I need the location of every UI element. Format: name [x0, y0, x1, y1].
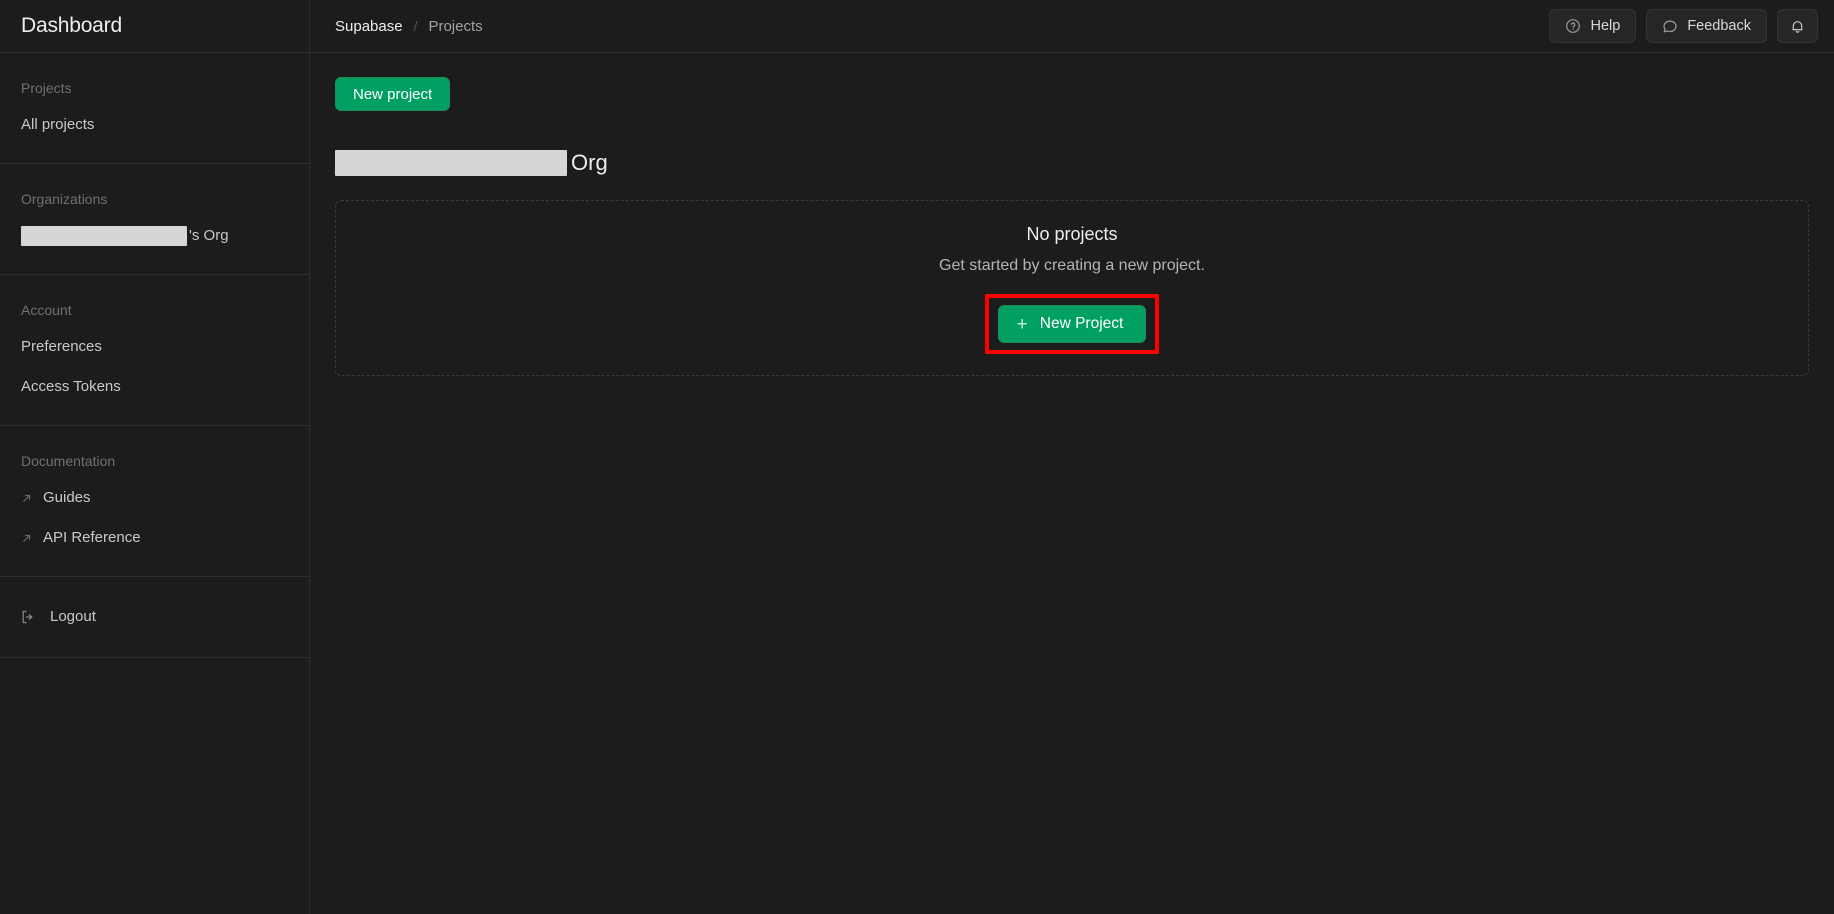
dashboard-title: Dashboard — [21, 14, 122, 37]
sidebar-item-label: Guides — [43, 489, 91, 506]
sidebar-item-api-reference[interactable]: API Reference — [0, 518, 309, 558]
sidebar-heading-documentation: Documentation — [21, 453, 116, 469]
redacted-org-name-heading — [335, 150, 567, 176]
sidebar-section-projects: Projects All projects — [0, 53, 309, 164]
sidebar-section-account: Account Preferences Access Tokens — [0, 275, 309, 426]
sidebar-heading-organizations: Organizations — [21, 191, 108, 207]
logout-icon — [20, 609, 36, 625]
topbar: Supabase / Projects Help Feedback — [310, 0, 1834, 53]
empty-projects-card: No projects Get started by creating a ne… — [335, 200, 1809, 376]
help-button[interactable]: Help — [1549, 9, 1637, 43]
empty-state-title: No projects — [1026, 224, 1118, 244]
sidebar-item-all-projects[interactable]: All projects — [0, 105, 309, 145]
breadcrumb-root[interactable]: Supabase — [335, 18, 403, 35]
main-area: Supabase / Projects Help Feedback New pr… — [310, 0, 1834, 914]
sidebar-section-organizations: Organizations 's Org — [0, 164, 309, 275]
sidebar: Dashboard Projects All projects Organiza… — [0, 0, 310, 914]
new-project-cta-label: New Project — [1039, 315, 1124, 332]
sidebar-header: Dashboard — [0, 0, 309, 53]
app-root: Dashboard Projects All projects Organiza… — [0, 0, 1834, 914]
empty-state-subtitle: Get started by creating a new project. — [939, 257, 1205, 274]
feedback-button[interactable]: Feedback — [1646, 9, 1767, 43]
sidebar-section-documentation: Documentation Guides API Reference — [0, 426, 309, 577]
notifications-button[interactable] — [1777, 9, 1818, 43]
breadcrumb-projects[interactable]: Projects — [428, 18, 482, 35]
feedback-label: Feedback — [1687, 18, 1751, 34]
bell-icon — [1789, 18, 1806, 35]
org-heading: Org — [335, 148, 1822, 178]
sidebar-heading-projects: Projects — [21, 80, 72, 96]
highlight-annotation: + New Project — [984, 294, 1160, 354]
topbar-actions: Help Feedback — [1549, 9, 1818, 43]
redacted-org-name — [21, 226, 187, 246]
sidebar-item-label: API Reference — [43, 529, 141, 546]
new-project-top-button[interactable]: New project — [335, 77, 451, 111]
sidebar-item-label: 's Org — [189, 227, 229, 244]
sidebar-item-logout[interactable]: Logout — [0, 597, 309, 637]
external-link-icon — [20, 532, 33, 545]
sidebar-filler — [0, 658, 309, 914]
sidebar-item-guides[interactable]: Guides — [0, 478, 309, 518]
sidebar-item-label: Logout — [50, 608, 96, 625]
help-label: Help — [1590, 18, 1621, 34]
sidebar-item-label: Access Tokens — [21, 378, 121, 395]
external-link-icon — [20, 492, 33, 505]
sidebar-item-preferences[interactable]: Preferences — [0, 327, 309, 367]
sidebar-item-access-tokens[interactable]: Access Tokens — [0, 367, 309, 407]
sidebar-heading-account: Account — [21, 302, 72, 318]
breadcrumb-separator: / — [413, 18, 418, 34]
org-heading-suffix: Org — [571, 150, 608, 175]
content-area: New project Org No projects Get started … — [310, 53, 1834, 914]
sidebar-item-organization[interactable]: 's Org — [0, 216, 309, 256]
chat-bubble-icon — [1662, 18, 1678, 34]
new-project-cta-button[interactable]: + New Project — [997, 305, 1147, 343]
sidebar-section-logout: Logout — [0, 577, 309, 658]
question-circle-icon — [1565, 18, 1581, 34]
breadcrumb: Supabase / Projects — [335, 18, 483, 35]
plus-icon: + — [1016, 313, 1028, 335]
sidebar-item-label: All projects — [21, 116, 95, 133]
sidebar-item-label: Preferences — [21, 338, 102, 355]
